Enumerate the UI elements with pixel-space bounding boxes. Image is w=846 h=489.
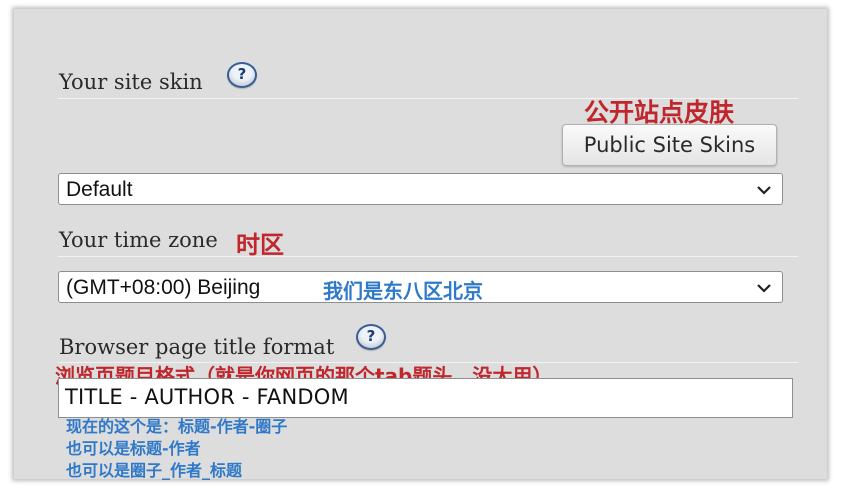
site-skin-label: Your site skin <box>59 70 203 94</box>
site-skin-select[interactable]: Default <box>58 173 783 205</box>
title-format-help-icon[interactable]: ? <box>356 324 386 350</box>
title-format-note-3: 也可以是圈子_作者_标题 <box>66 461 243 480</box>
public-site-skins-button[interactable]: Public Site Skins <box>562 124 777 166</box>
time-zone-select[interactable]: (GMT+08:00) Beijing 我们是东八区北京 <box>58 271 783 303</box>
title-format-note-1: 现在的这个是：标题-作者-圈子 <box>66 417 288 436</box>
chevron-down-icon <box>757 284 771 293</box>
time-zone-label: Your time zone <box>59 228 218 252</box>
site-skin-help-icon[interactable]: ? <box>227 62 257 88</box>
chevron-down-icon <box>757 186 771 195</box>
time-zone-divider <box>58 256 798 257</box>
time-zone-selected-annotation: 我们是东八区北京 <box>323 279 483 303</box>
time-zone-annotation: 时区 <box>236 231 284 259</box>
title-format-note-2: 也可以是标题-作者 <box>66 439 201 458</box>
site-skin-selected-value: Default <box>66 178 133 201</box>
title-format-value: TITLE - AUTHOR - FANDOM <box>65 385 349 409</box>
time-zone-selected-value: (GMT+08:00) Beijing <box>66 276 261 299</box>
title-format-input[interactable]: TITLE - AUTHOR - FANDOM <box>58 378 793 418</box>
title-format-label: Browser page title format <box>59 335 335 359</box>
